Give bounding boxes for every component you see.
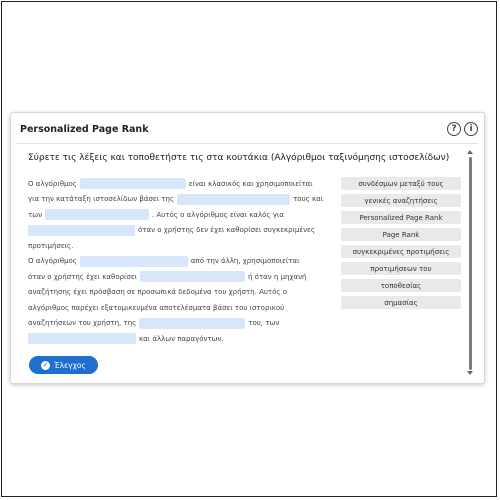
- passage-text: αναζήτησης έχει πρόσβαση σε προσωπικά δε…: [28, 288, 288, 297]
- draggable-word[interactable]: προτιμήσεων του: [341, 262, 461, 275]
- passage-line: για την κατάταξη ιστοσελίδων βάσει της τ…: [28, 192, 333, 208]
- drop-zone-2[interactable]: [177, 193, 291, 205]
- scroll-up-icon[interactable]: [467, 150, 473, 154]
- passage-text: από την άλλη, χρησιμοποιείται: [190, 257, 300, 266]
- widget-title: Personalized Page Rank: [20, 124, 149, 135]
- passage-text: και άλλων παραγόντων.: [139, 334, 224, 343]
- drop-zone-6[interactable]: [140, 271, 246, 283]
- draggable-word[interactable]: συγκεκριμένες προτιμήσεις: [341, 245, 461, 258]
- passage-line: προτιμήσεις.: [28, 238, 333, 254]
- draggable-word[interactable]: γενικές αναζητήσεις: [341, 194, 461, 207]
- drop-zone-1[interactable]: [79, 178, 186, 190]
- passage-text: είναι κλασικός και χρησιμοποιείται: [188, 179, 313, 188]
- passage-line: αλγόριθμος παρέχει εξατομικευμένα αποτελ…: [28, 300, 333, 316]
- passage-text: αλγόριθμος παρέχει εξατομικευμένα αποτελ…: [28, 303, 285, 312]
- instruction-text: Σύρετε τις λέξεις και τοποθετήστε τις στ…: [28, 153, 450, 163]
- check-button-label: Έλεγχος: [54, 360, 86, 370]
- passage-line: των . Αυτός ο αλγόριθμος είναι καλός για: [28, 207, 333, 223]
- passage-line: αναζήτησης έχει πρόσβαση σε προσωπικά δε…: [28, 285, 333, 301]
- drop-zone-3[interactable]: [45, 209, 149, 221]
- scroll-down-icon[interactable]: [467, 371, 473, 375]
- draggable-word[interactable]: σημασίας: [341, 296, 461, 309]
- drop-zone-5[interactable]: [79, 255, 188, 267]
- drop-zone-8[interactable]: [28, 333, 136, 345]
- passage-line: όταν ο χρήστης δεν έχει καθορίσει συγκεκ…: [28, 223, 333, 239]
- drag-drop-widget: Personalized Page Rank ? i Σύρετε τις λέ…: [10, 112, 485, 384]
- passage-text: Ο αλγόριθμος: [28, 257, 77, 266]
- drop-zone-7[interactable]: [139, 317, 246, 329]
- check-button[interactable]: ✓ Έλεγχος: [29, 356, 98, 374]
- passage-line: αναζητήσεων του χρήστη, της του, των: [28, 316, 333, 332]
- draggable-word[interactable]: συνδέσμων μεταξύ τους: [341, 177, 461, 190]
- title-divider: [17, 143, 478, 144]
- draggable-word[interactable]: Personalized Page Rank: [341, 211, 461, 224]
- passage-text: αναζητήσεων του χρήστη, της: [28, 319, 137, 328]
- passage-line: όταν ο χρήστης έχει καθορίσει ή όταν η μ…: [28, 269, 333, 285]
- passage-text: τους και: [293, 195, 324, 204]
- passage-line: και άλλων παραγόντων.: [28, 331, 333, 347]
- help-icon[interactable]: ?: [447, 122, 461, 136]
- passage-text: προτιμήσεις.: [28, 241, 74, 250]
- passage-text: για την κατάταξη ιστοσελίδων βάσει της: [28, 195, 175, 204]
- draggable-word[interactable]: τοποθεσίας: [341, 279, 461, 292]
- draggable-word[interactable]: Page Rank: [341, 228, 461, 241]
- passage-line: Ο αλγόριθμος είναι κλασικός και χρησιμοπ…: [28, 176, 333, 192]
- drop-zone-4[interactable]: [28, 224, 135, 236]
- passage-line: Ο αλγόριθμος από την άλλη, χρησιμοποιείτ…: [28, 254, 333, 270]
- word-bank: συνδέσμων μεταξύ τους γενικές αναζητήσει…: [341, 177, 461, 313]
- widget-toolbar: ? i: [447, 122, 478, 136]
- passage-text: όταν ο χρήστης έχει καθορίσει: [28, 272, 138, 281]
- passage: Ο αλγόριθμος είναι κλασικός και χρησιμοπ…: [28, 176, 333, 347]
- passage-text: Ο αλγόριθμος: [28, 179, 77, 188]
- passage-text: του, των: [248, 319, 280, 328]
- passage-text: ή όταν η μηχανή: [248, 272, 307, 281]
- info-icon[interactable]: i: [464, 122, 478, 136]
- passage-text: όταν ο χρήστης δεν έχει καθορίσει συγκεκ…: [138, 226, 315, 235]
- passage-text: των: [28, 210, 42, 219]
- check-icon: ✓: [41, 360, 51, 370]
- vertical-scrollbar[interactable]: [469, 157, 472, 370]
- passage-text: . Αυτός ο αλγόριθμος είναι καλός για: [152, 210, 284, 219]
